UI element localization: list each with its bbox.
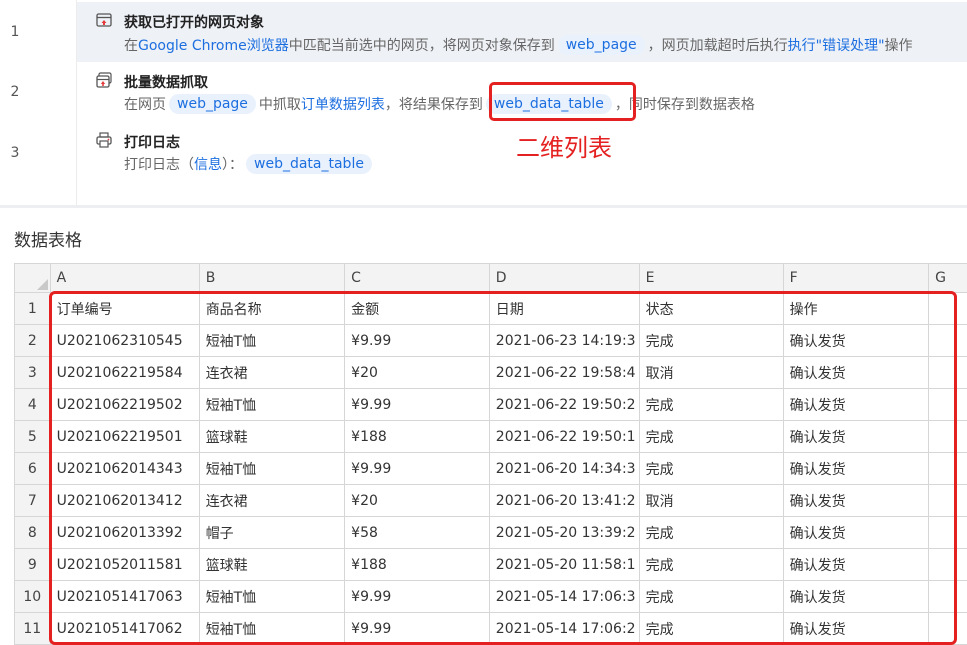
step-number-gutter: 1 2 3 — [0, 0, 77, 205]
row-number[interactable]: 6 — [15, 452, 51, 485]
panel-divider — [0, 205, 967, 208]
variable-chip-web-page[interactable]: web_page — [557, 35, 645, 55]
select-all-corner[interactable] — [15, 264, 51, 293]
step-get-webpage-object[interactable]: 获取已打开的网页对象 在 Google Chrome浏览器 中匹配当前选中的网页… — [77, 2, 967, 62]
annotation-label: 二维列表 — [516, 134, 612, 162]
step-description: 打印日志（ 信息 ）： web_data_table — [124, 154, 375, 174]
variable-chip-web-data-table[interactable]: web_data_table — [246, 154, 372, 174]
step-description: 在 Google Chrome浏览器 中匹配当前选中的网页，将网页对象保存到 w… — [124, 35, 913, 55]
row-number[interactable]: 7 — [15, 484, 51, 517]
column-header-row: A B C D E F G — [15, 264, 967, 293]
variable-chip-web-page[interactable]: web_page — [169, 94, 256, 114]
desc-text: ）： — [222, 157, 243, 173]
highlight-box-table — [49, 291, 957, 645]
desc-text: 中匹配当前选中的网页，将网页对象保存到 — [288, 38, 555, 54]
row-number[interactable]: 4 — [15, 388, 51, 421]
step-title: 打印日志 — [124, 135, 180, 151]
column-header[interactable]: G — [928, 264, 967, 293]
order-list-link[interactable]: 订单数据列表 — [301, 94, 385, 114]
error-handling-link[interactable]: 执行"错误处理" — [788, 35, 885, 55]
column-header[interactable]: C — [344, 264, 490, 293]
desc-text: 在网页 — [124, 97, 166, 113]
row-number[interactable]: 10 — [15, 580, 51, 613]
data-table-title: 数据表格 — [14, 231, 82, 251]
row-number[interactable]: 3 — [15, 356, 51, 389]
desc-text: 打印日志（ — [124, 157, 194, 173]
column-header[interactable]: B — [199, 264, 346, 293]
row-number[interactable]: 5 — [15, 420, 51, 453]
row-number[interactable]: 1 — [15, 292, 51, 325]
printer-icon — [96, 132, 112, 148]
row-number[interactable]: 11 — [15, 612, 51, 645]
step-number: 2 — [10, 84, 20, 100]
step-title: 获取已打开的网页对象 — [124, 15, 264, 31]
row-number[interactable]: 9 — [15, 548, 51, 581]
desc-text: 操作 — [884, 38, 913, 54]
desc-text: ，将结果保存到 — [384, 97, 483, 113]
column-header[interactable]: F — [783, 264, 930, 293]
highlight-box-variable — [489, 82, 636, 121]
batch-grab-icon — [96, 72, 112, 88]
row-number[interactable]: 2 — [15, 324, 51, 357]
desc-text: ，网页加载超时后执行 — [647, 38, 788, 54]
flow-steps-panel: 1 2 3 获取已打开的网页对象 在 Google Chrome浏览器 中匹配当… — [0, 0, 967, 205]
column-header[interactable]: D — [489, 264, 640, 293]
step-number: 3 — [10, 145, 20, 161]
step-description: 在网页 web_page 中抓取 订单数据列表 ，将结果保存到 web_data… — [124, 94, 755, 114]
step-title: 批量数据抓取 — [124, 75, 208, 91]
column-header[interactable]: E — [639, 264, 784, 293]
desc-text: 中抓取 — [258, 97, 301, 113]
browser-window-icon — [96, 13, 112, 27]
desc-text: 在 — [124, 38, 138, 54]
step-number: 1 — [10, 24, 20, 40]
browser-link[interactable]: Google Chrome浏览器 — [138, 35, 289, 55]
log-level-link[interactable]: 信息 — [194, 154, 222, 174]
row-number[interactable]: 8 — [15, 516, 51, 549]
column-header[interactable]: A — [50, 264, 200, 293]
